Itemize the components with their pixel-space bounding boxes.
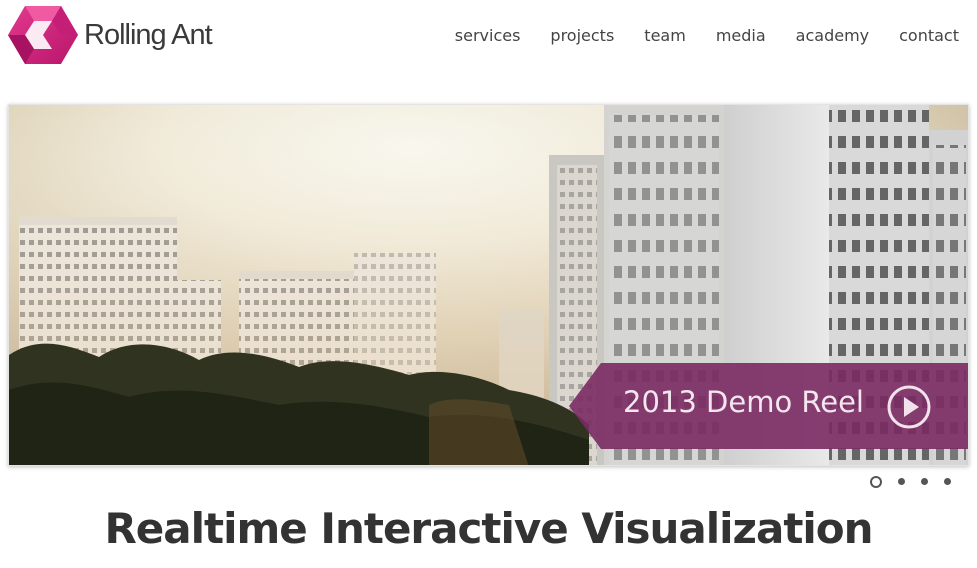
slide-dot-3[interactable]: [921, 478, 928, 485]
banner-label: 2013 Demo Reel: [623, 385, 864, 419]
play-icon[interactable]: [886, 384, 932, 430]
nav-contact[interactable]: contact: [899, 26, 959, 45]
nav-academy[interactable]: academy: [796, 26, 869, 45]
hero-slider[interactable]: 2013 Demo Reel: [8, 104, 969, 466]
nav-media[interactable]: media: [716, 26, 766, 45]
slide-dot-1[interactable]: [870, 476, 882, 488]
page-tagline: Realtime Interactive Visualization: [104, 504, 873, 553]
main-nav: services projects team media academy con…: [425, 26, 959, 45]
brand-name: Rolling Ant: [84, 18, 213, 51]
slider-pagination: [870, 476, 967, 488]
slide-dot-2[interactable]: [898, 478, 905, 485]
site-header: Rolling Ant services projects team media…: [0, 0, 977, 100]
logo[interactable]: Rolling Ant: [8, 4, 213, 66]
slide-dot-4[interactable]: [944, 478, 951, 485]
demo-reel-banner[interactable]: 2013 Demo Reel: [569, 363, 968, 449]
nav-services[interactable]: services: [455, 26, 521, 45]
nav-projects[interactable]: projects: [550, 26, 614, 45]
rolling-ant-logo-icon: [8, 6, 78, 64]
nav-team[interactable]: team: [644, 26, 686, 45]
